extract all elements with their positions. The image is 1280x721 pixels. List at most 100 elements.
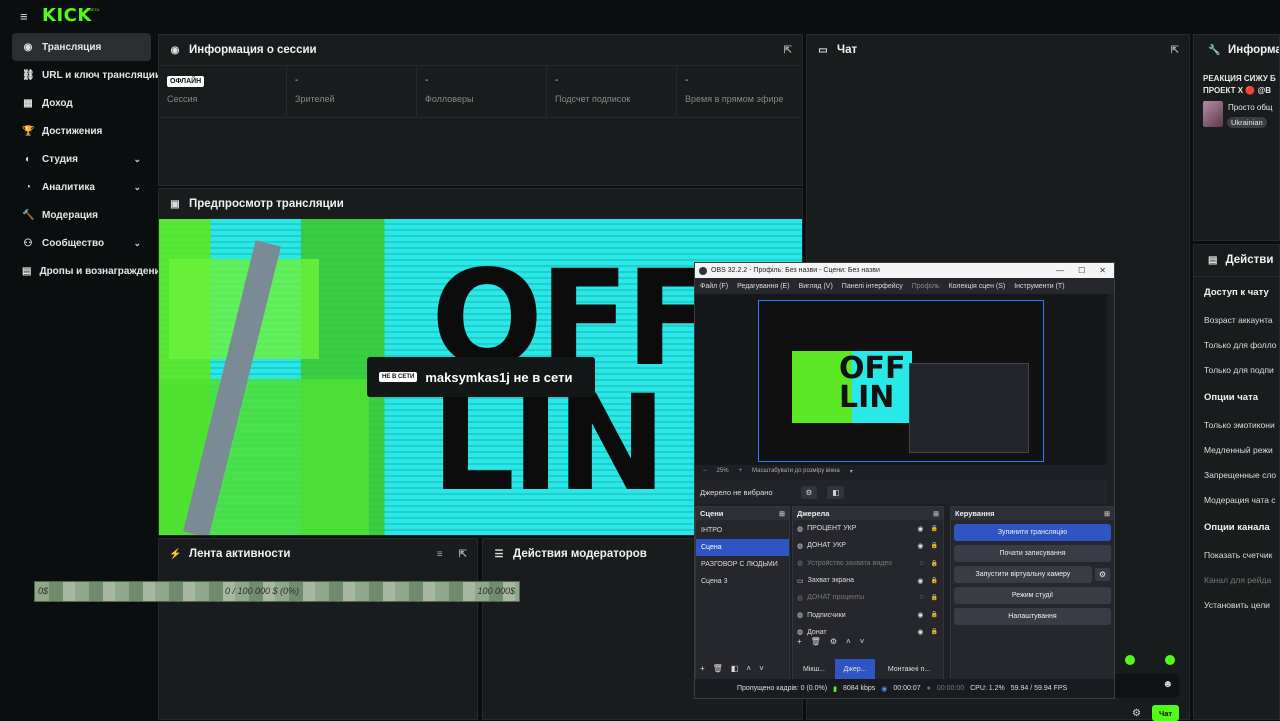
down-icon[interactable]: ˅	[860, 637, 865, 646]
action-show-counter[interactable]: Показать счетчик	[1194, 542, 1279, 567]
eye-icon[interactable]: ◉	[917, 525, 923, 533]
send-chat-button[interactable]: Чат	[1152, 705, 1179, 721]
sidebar-item[interactable]: ⛓ URL и ключ трансляции	[12, 61, 161, 89]
lock-icon[interactable]: 🔒	[931, 560, 938, 567]
gear-icon[interactable]: ⚙	[830, 637, 837, 646]
trash-icon[interactable]: 🗑	[713, 664, 723, 673]
obs-menu-item[interactable]: Панелі інтерфейсу	[842, 283, 903, 290]
eye-icon[interactable]: ◉	[917, 611, 923, 619]
source-item[interactable]: ◍ Устройство захвата видео ◌ 🔒	[793, 555, 943, 572]
lock-icon[interactable]: 🔒	[931, 542, 938, 550]
source-item[interactable]: ◍ Подписчики ◉ 🔒	[793, 606, 943, 623]
source-item[interactable]: ◍ ДОНАТ проценты ◌ 🔒	[793, 589, 943, 606]
source-item[interactable]: ◍ ПРОЦЕНТ УКР ◉ 🔒	[793, 520, 943, 537]
dock-menu-icon[interactable]: ⊞	[1104, 510, 1110, 518]
action-followers-only[interactable]: Только для фолло	[1194, 332, 1279, 357]
sidebar-item[interactable]: ▦ Доход	[12, 89, 151, 117]
trash-icon[interactable]: 🗑	[811, 637, 821, 646]
sidebar-item[interactable]: ◐ Студия ⌄	[12, 145, 151, 173]
zoom-mode[interactable]: Масштабувати до розміру вікна	[752, 468, 840, 475]
source-item[interactable]: ◍ ДОНАТ УКР ◉ 🔒	[793, 537, 943, 554]
lock-icon[interactable]: 🔒	[931, 594, 938, 601]
sidebar-item[interactable]: ◉ Трансляция	[12, 33, 151, 61]
emoji-icon[interactable]: ☻	[1162, 679, 1173, 690]
dock-menu-icon[interactable]: ⊞	[933, 510, 939, 518]
virtual-camera-button[interactable]: Запустити віртуальну камеру	[954, 566, 1092, 583]
sidebar-item[interactable]: ◔ Аналитика ⌄	[12, 173, 151, 201]
chevron-down-icon[interactable]: ⌄	[133, 182, 141, 193]
scene-item[interactable]: Сцена 3	[696, 573, 789, 590]
sidebar-item[interactable]: ▤ Дропы и вознаграждения	[12, 257, 167, 285]
emote-icon[interactable]	[1165, 655, 1175, 665]
eye-hidden-icon[interactable]: ◌	[919, 560, 923, 567]
maximize-icon[interactable]: ☐	[1078, 266, 1085, 275]
action-chat-moderation[interactable]: Модерация чата с	[1194, 487, 1279, 512]
scene-item[interactable]: Сцена	[696, 539, 789, 556]
obs-menu-item[interactable]: Колекція сцен (S)	[949, 283, 1006, 290]
tab-transitions[interactable]: Монтажні п...	[875, 659, 943, 679]
chevron-down-icon[interactable]: ⌄	[133, 154, 141, 165]
eye-hidden-icon[interactable]: ◌	[919, 594, 923, 601]
down-icon[interactable]: ˅	[759, 664, 764, 673]
eye-icon[interactable]: ◉	[917, 542, 923, 550]
action-emotes-only[interactable]: Только эмотикони	[1194, 412, 1279, 437]
scene-item[interactable]: РАЗГОВОР С ЛЮДЬМИ	[696, 556, 789, 573]
kick-logo[interactable]: KICK	[42, 5, 92, 26]
menu-icon[interactable]: ≡	[20, 9, 28, 24]
popout-icon[interactable]: ⇱	[1171, 45, 1179, 56]
eye-icon[interactable]: ◉	[917, 577, 923, 585]
chat-input[interactable]: ☻	[1107, 674, 1179, 698]
live-time: 00:00:07	[893, 685, 921, 692]
tab-mixer[interactable]: Мікш...	[793, 659, 835, 679]
source-item[interactable]: ▭ Захват экрана ◉ 🔒	[793, 572, 943, 589]
action-raid-channel[interactable]: Канал для рейда	[1194, 567, 1279, 592]
chevron-down-icon[interactable]: ▾	[850, 468, 853, 475]
stop-stream-button[interactable]: Зупинити трансляцію	[954, 524, 1111, 541]
lock-icon[interactable]: 🔒	[931, 611, 938, 619]
dock-menu-icon[interactable]: ⊞	[779, 510, 785, 518]
scene-item[interactable]: ІНТРО	[696, 522, 789, 539]
studio-mode-button[interactable]: Режим студії	[954, 587, 1111, 604]
action-set-goals[interactable]: Установить цели	[1194, 592, 1279, 617]
sidebar-item[interactable]: 🏆 Достижения	[12, 117, 151, 145]
add-icon[interactable]: +	[700, 664, 705, 673]
sidebar-item[interactable]: 🔨 Модерация	[12, 201, 151, 229]
sidebar-item-label: Студия	[42, 153, 79, 165]
close-icon[interactable]: ✕	[1099, 266, 1106, 275]
eye-icon[interactable]: ◉	[917, 628, 923, 636]
gear-icon[interactable]: ⚙	[1132, 708, 1141, 719]
obs-menu-item[interactable]: Профіль	[912, 283, 940, 290]
obs-menu-item[interactable]: Файл (F)	[700, 283, 728, 290]
popout-icon[interactable]: ⇱	[784, 45, 792, 56]
gear-icon[interactable]: ⚙	[800, 485, 818, 499]
chevron-down-icon[interactable]: ⌄	[133, 238, 141, 249]
action-account-age[interactable]: Возраст аккаунта	[1194, 307, 1279, 332]
dropped-frames: Пропущено кадрів: 0 (0.0%)	[737, 685, 828, 692]
zoom-in-button[interactable]: +	[739, 468, 743, 475]
lock-icon[interactable]: 🔒	[931, 525, 938, 533]
action-slow-mode[interactable]: Медленный режи	[1194, 437, 1279, 462]
zoom-out-button[interactable]: −	[703, 468, 707, 475]
filters-icon[interactable]: ◧	[827, 485, 845, 499]
gear-icon[interactable]: ⚙	[1094, 568, 1110, 581]
filters-icon[interactable]: ◧	[731, 664, 739, 673]
up-icon[interactable]: ˄	[746, 664, 751, 673]
tab-sources[interactable]: Джер...	[835, 659, 875, 679]
up-icon[interactable]: ˄	[846, 637, 851, 646]
action-banned-words[interactable]: Запрещенные сло	[1194, 462, 1279, 487]
add-icon[interactable]: +	[797, 637, 802, 646]
actions-icon: ▤	[1208, 254, 1218, 266]
obs-menu-item[interactable]: Вигляд (V)	[799, 283, 833, 290]
sidebar-item[interactable]: ⚇ Сообщество ⌄	[12, 229, 151, 257]
obs-menu-item[interactable]: Інструменти (T)	[1014, 283, 1064, 290]
start-recording-button[interactable]: Почати записування	[954, 545, 1111, 562]
filter-icon[interactable]: ≡	[437, 549, 443, 560]
minimize-icon[interactable]: —	[1056, 266, 1064, 275]
action-subs-only[interactable]: Только для подпи	[1194, 357, 1279, 382]
popout-icon[interactable]: ⇱	[459, 549, 467, 560]
emote-icon[interactable]	[1125, 655, 1135, 665]
obs-menu-item[interactable]: Редагування (E)	[737, 283, 789, 290]
settings-button[interactable]: Налаштування	[954, 608, 1111, 625]
lock-icon[interactable]: 🔒	[931, 577, 938, 585]
lock-icon[interactable]: 🔒	[931, 628, 938, 636]
